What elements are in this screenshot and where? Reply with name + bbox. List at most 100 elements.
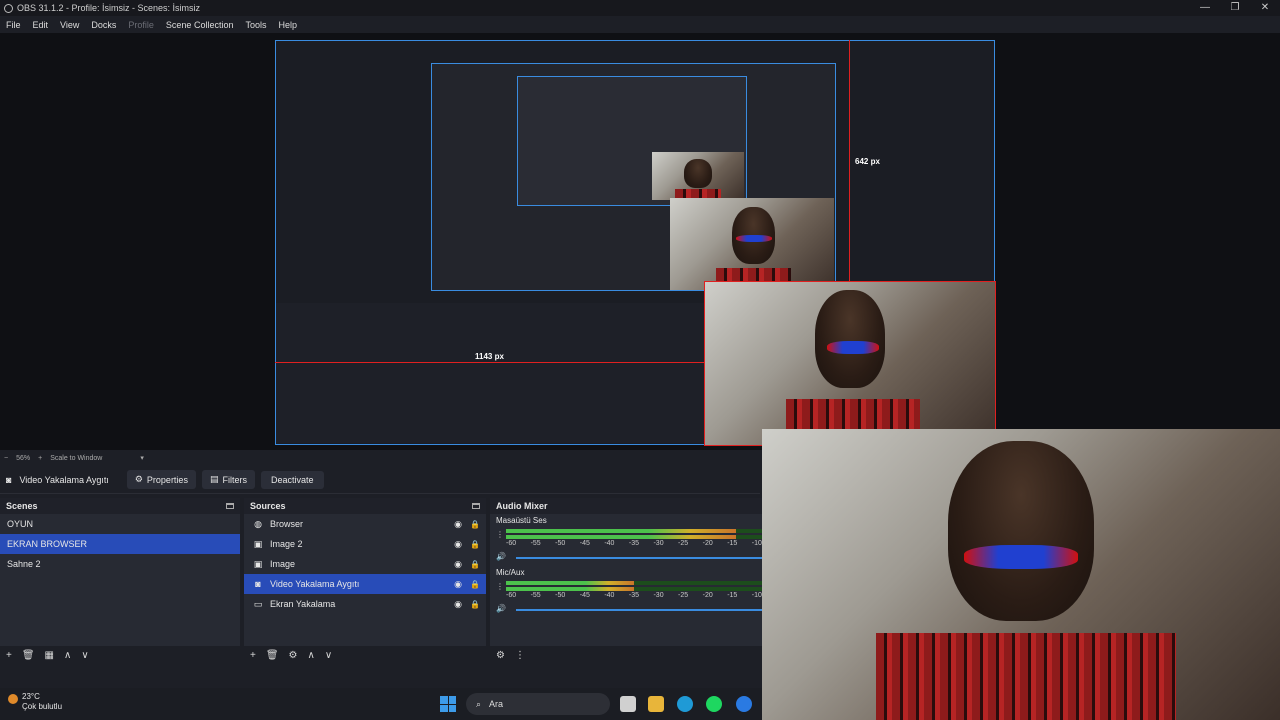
mixer-menu-icon[interactable]: ⋮ [515,650,525,661]
speaker-icon[interactable]: 🔊 [496,552,506,561]
menu-scene-collection[interactable]: Scene Collection [166,20,234,30]
eye-icon[interactable]: ◉ [454,579,462,590]
scene-item[interactable]: OYUN [0,514,240,534]
vertical-distance-label: 642 px [855,157,880,166]
eye-icon[interactable]: ◉ [454,539,462,550]
menu-bar: File Edit View Docks Profile Scene Colle… [0,16,1280,33]
zoom-level: 56% [16,454,31,462]
obs-logo-icon [4,3,13,13]
source-item[interactable]: ▣ Image 2 ◉ 🔒 [244,534,486,554]
properties-button[interactable]: ⚙ Properties [126,470,196,489]
lock-icon[interactable]: 🔒 [470,580,480,589]
webcam-thumbnail-medium [670,198,834,290]
filter-icon: ▤ [209,474,219,484]
menu-edit[interactable]: Edit [33,20,49,30]
menu-view[interactable]: View [60,20,79,30]
move-down-icon[interactable]: ∨ [325,650,332,661]
image-icon: ▣ [253,558,263,569]
sources-header: Sources [244,498,486,514]
lock-icon[interactable]: 🔒 [470,600,480,609]
channel-menu-icon[interactable]: ⋮ [496,582,504,591]
zoom-out-button[interactable]: − [4,455,8,462]
volume-slider[interactable] [516,557,762,559]
move-up-icon[interactable]: ∧ [308,650,315,661]
menu-help[interactable]: Help [278,20,297,30]
weather-widget[interactable]: 23°C Çok bulutlu [8,692,62,712]
webcam-thumbnail-small [652,152,744,200]
monitor-icon: ▭ [253,598,263,609]
minimize-button[interactable]: — [1190,0,1220,16]
eye-icon[interactable]: ◉ [454,519,462,530]
app-icon[interactable] [736,696,752,712]
gear-icon[interactable]: ⚙ [289,650,298,661]
edge-browser-icon[interactable] [677,696,693,712]
scene-item-selected[interactable]: EKRAN BROWSER [0,534,240,554]
speaker-icon[interactable]: 🔊 [496,604,506,613]
add-scene-button[interactable]: + [6,650,12,661]
scene-item[interactable]: Sahne 2 [0,554,240,574]
windows-taskbar: 23°C Çok bulutlu ⌕ Ara [0,688,762,720]
source-item-selected[interactable]: ◙ Video Yakalama Aygıtı ◉ 🔒 [244,574,486,594]
chevron-down-icon[interactable]: ▾ [140,454,144,462]
eye-icon[interactable]: ◉ [454,559,462,570]
volume-meter [506,535,762,539]
file-explorer-icon[interactable] [648,696,664,712]
trash-icon[interactable]: 🗑 [22,650,35,661]
deactivate-button[interactable]: Deactivate [260,470,324,489]
menu-profile[interactable]: Profile [128,20,154,30]
volume-slider[interactable] [516,609,762,611]
image-icon: ▣ [253,538,263,549]
source-item[interactable]: ▣ Image ◉ 🔒 [244,554,486,574]
gear-icon: ⚙ [134,474,143,484]
move-up-icon[interactable]: ∧ [64,650,71,661]
menu-file[interactable]: File [6,20,21,30]
context-source-name: Video Yakalama Aygıtı [19,474,109,485]
volume-meter [506,529,762,533]
mixer-settings-icon[interactable]: ⚙ [496,650,505,661]
mixer-toolbar: ⚙ ⋮ [490,646,762,664]
audio-mixer-dock: Audio Mixer Masaüstü Ses ⋮ -60 -55 -50 -45-… [490,498,762,646]
menu-tools[interactable]: Tools [245,20,266,30]
lock-icon[interactable]: 🔒 [470,520,480,529]
dock-menu-icon[interactable] [226,503,234,509]
weather-icon [8,694,18,704]
taskbar-search[interactable]: ⌕ Ara [466,693,610,715]
trash-icon[interactable]: 🗑 [266,650,279,661]
move-down-icon[interactable]: ∨ [81,650,88,661]
scenes-title: Scenes [6,501,38,511]
volume-meter [506,587,762,591]
eye-icon[interactable]: ◉ [454,599,462,610]
spotify-icon[interactable] [706,696,722,712]
task-view-icon[interactable] [620,696,636,712]
source-item[interactable]: ◍ Browser ◉ 🔒 [244,514,486,534]
lock-icon[interactable]: 🔒 [470,560,480,569]
temperature: 23°C [22,692,40,701]
menu-docks[interactable]: Docks [91,20,116,30]
lock-icon[interactable]: 🔒 [470,540,480,549]
search-icon: ⌕ [476,698,482,709]
windows-start-icon[interactable] [440,696,456,712]
add-source-button[interactable]: + [250,650,256,661]
audio-mixer-title: Audio Mixer [496,501,548,511]
mixer-channel: Mic/Aux ⋮ -60 -55 -50 -45 -40 -35 -30 -25 -20 -15… [490,566,762,618]
source-item[interactable]: ▭ Ekran Yakalama ◉ 🔒 [244,594,486,614]
zoom-in-button[interactable]: + [38,455,42,462]
channel-menu-icon[interactable]: ⋮ [496,530,504,539]
sources-title: Sources [250,501,286,511]
window-controls: — ❐ ✕ [1190,0,1280,16]
scenes-toolbar: + 🗑 ▦ ∧ ∨ [0,646,240,664]
camera-icon: ◙ [255,579,261,589]
nested-docks-capture [276,303,706,443]
channel-name: Mic/Aux [496,568,525,577]
close-button[interactable]: ✕ [1250,0,1280,16]
scenes-header: Scenes [0,498,240,514]
channel-name: Masaüstü Ses [496,516,547,525]
title-bar: OBS 31.1.2 - Profile: İsimsiz - Scenes: … [0,0,1280,16]
dock-menu-icon[interactable] [472,503,480,509]
source-selection-box[interactable] [704,281,996,446]
filters-button[interactable]: ▤ Filters [201,470,255,489]
horizontal-distance-label: 1143 px [475,352,504,361]
maximize-button[interactable]: ❐ [1220,0,1250,16]
scale-mode-dropdown[interactable]: Scale to Window [50,455,102,462]
scene-filters-icon[interactable]: ▦ [45,650,54,661]
